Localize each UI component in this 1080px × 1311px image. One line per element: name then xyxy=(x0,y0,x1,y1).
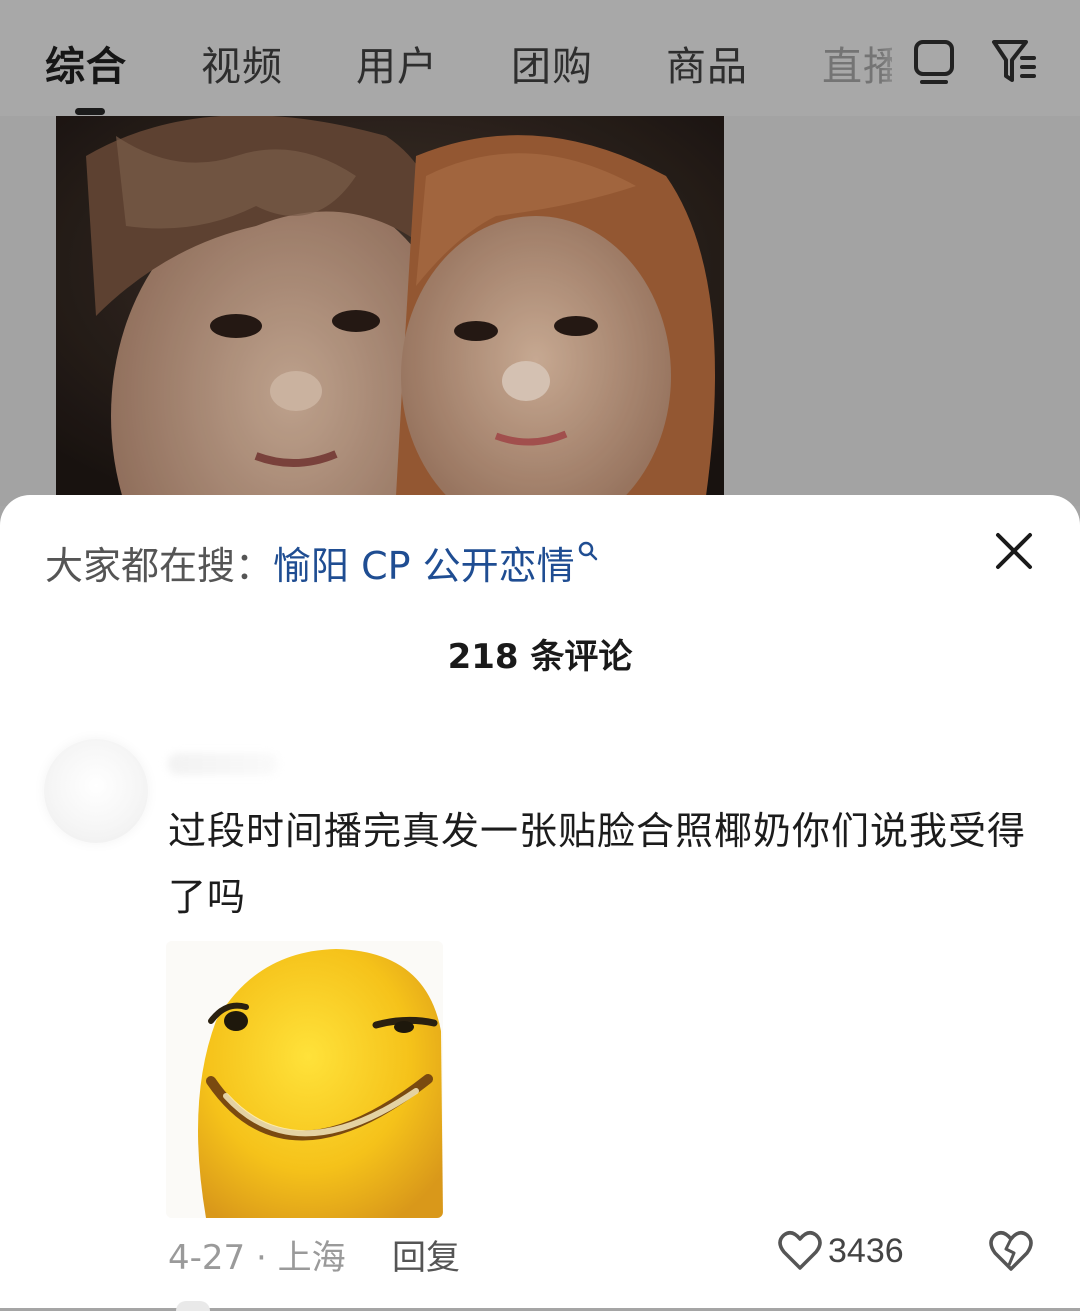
tab-comprehensive[interactable]: 综合 xyxy=(45,34,127,92)
comment-count-title: 218 条评论 xyxy=(447,637,633,677)
trending-search-term[interactable]: 愉阳 CP 公开恋情 xyxy=(273,544,575,588)
heart-icon xyxy=(778,1231,822,1270)
tab-group-buy[interactable]: 团购 xyxy=(511,34,593,92)
search-icon xyxy=(578,541,597,561)
video-thumbnail[interactable] xyxy=(56,116,724,496)
like-count: 3436 xyxy=(828,1231,904,1270)
reply-button[interactable]: 回复 xyxy=(392,1230,460,1279)
tv-icon[interactable] xyxy=(910,36,958,86)
yellow-smiling-creature-sticker xyxy=(166,941,443,1218)
close-icon[interactable] xyxy=(994,531,1034,571)
tab-fade-overlay xyxy=(880,30,910,90)
username-redacted xyxy=(168,753,278,775)
trending-search-hint[interactable]: 大家都在搜：愉阳 CP 公开恋情 xyxy=(45,535,598,590)
comment-date-location: 4-27 · 上海 xyxy=(168,1238,346,1278)
comment-text: 过段时间播完真发一张贴脸合照椰奶你们说我受得了吗 xyxy=(168,809,1027,919)
tab-video[interactable]: 视频 xyxy=(201,34,283,92)
sticker-image[interactable] xyxy=(166,941,443,1218)
active-tab-indicator xyxy=(75,108,105,115)
filter-icon[interactable] xyxy=(990,36,1038,86)
next-comment-avatar xyxy=(176,1301,210,1311)
like-button[interactable]: 3436 xyxy=(778,1230,904,1274)
broken-heart-icon[interactable] xyxy=(988,1229,1034,1273)
avatar[interactable] xyxy=(44,739,148,843)
trending-search-prefix: 大家都在搜： xyxy=(45,544,274,588)
tab-users[interactable]: 用户 xyxy=(356,34,438,92)
search-tab-bar: 综合 视频 用户 团购 商品 直播 xyxy=(0,0,1080,116)
couple-photo xyxy=(56,116,724,496)
tab-products[interactable]: 商品 xyxy=(666,34,748,92)
comments-sheet: 大家都在搜：愉阳 CP 公开恋情 218 条评论 过段时间播完真发一张贴脸合照椰… xyxy=(0,495,1080,1311)
search-result-video-area xyxy=(0,116,1080,506)
